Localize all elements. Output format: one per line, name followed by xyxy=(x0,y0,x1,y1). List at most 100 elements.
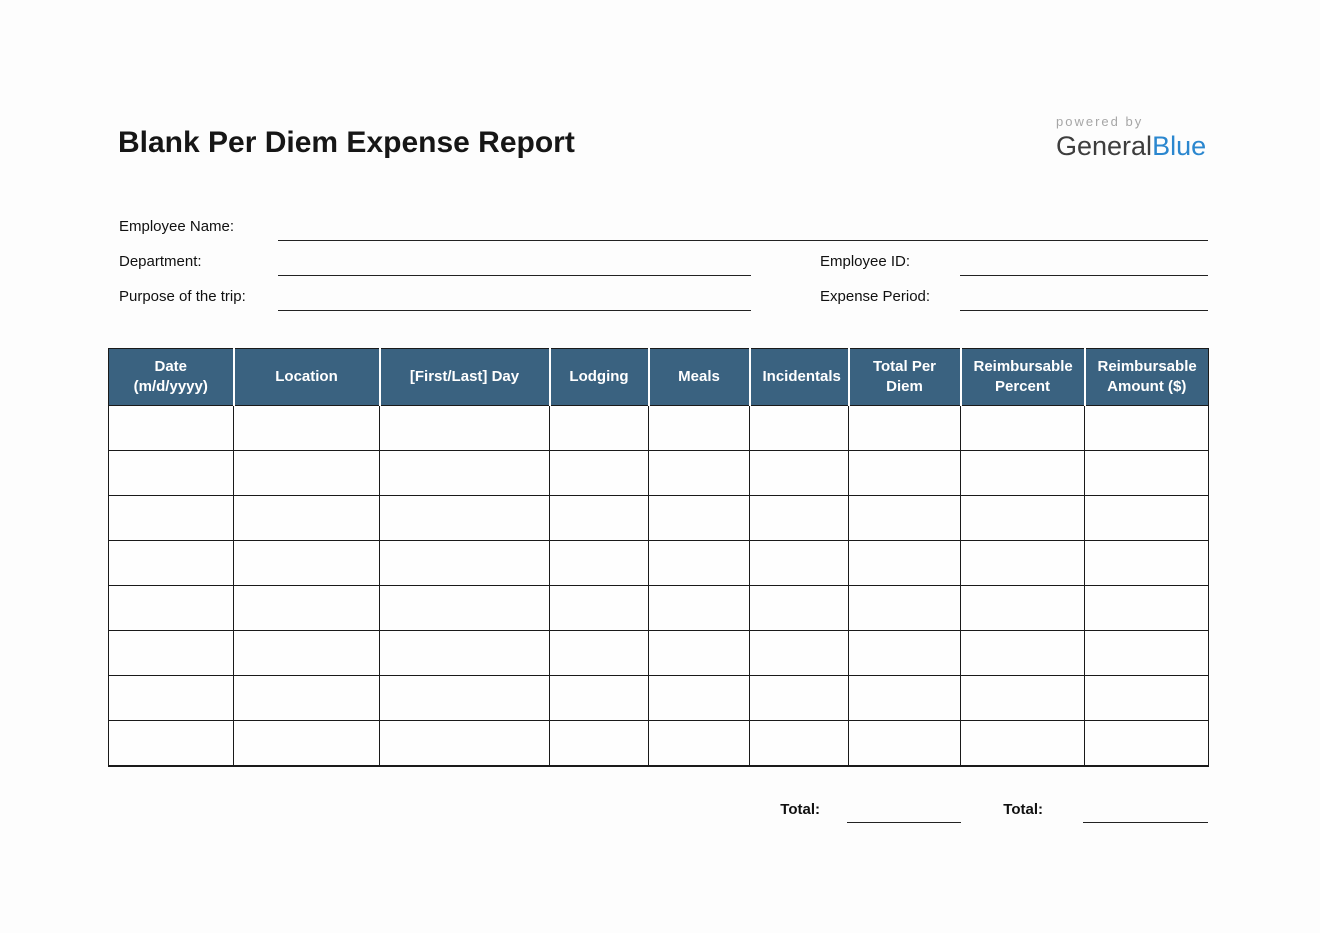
table-cell[interactable] xyxy=(550,496,649,541)
table-row xyxy=(109,496,1209,541)
table-cell[interactable] xyxy=(550,541,649,586)
table-cell[interactable] xyxy=(1085,406,1209,451)
table-cell[interactable] xyxy=(649,451,750,496)
table-cell[interactable] xyxy=(961,451,1085,496)
table-cell[interactable] xyxy=(550,721,649,766)
expense-period-input-line[interactable] xyxy=(960,310,1208,311)
table-cell[interactable] xyxy=(849,721,961,766)
column-header-5: Meals xyxy=(649,349,750,406)
table-cell[interactable] xyxy=(380,721,550,766)
table-cell[interactable] xyxy=(380,406,550,451)
table-cell[interactable] xyxy=(1085,676,1209,721)
page-title: Blank Per Diem Expense Report xyxy=(118,126,575,160)
table-cell[interactable] xyxy=(234,541,380,586)
table-cell[interactable] xyxy=(649,406,750,451)
table-cell[interactable] xyxy=(649,586,750,631)
table-cell[interactable] xyxy=(1085,721,1209,766)
department-input-line[interactable] xyxy=(278,275,751,276)
table-cell[interactable] xyxy=(1085,586,1209,631)
table-cell[interactable] xyxy=(1085,631,1209,676)
table-cell[interactable] xyxy=(109,721,234,766)
table-cell[interactable] xyxy=(961,496,1085,541)
table-cell[interactable] xyxy=(961,541,1085,586)
expense-table: Date (m/d/yyyy)Location[First/Last] DayL… xyxy=(108,348,1209,767)
table-cell[interactable] xyxy=(109,496,234,541)
per-diem-total-input-line[interactable] xyxy=(847,822,961,823)
table-cell[interactable] xyxy=(234,631,380,676)
table-row xyxy=(109,676,1209,721)
table-cell[interactable] xyxy=(109,676,234,721)
table-cell[interactable] xyxy=(380,586,550,631)
header-row: Date (m/d/yyyy)Location[First/Last] DayL… xyxy=(109,349,1209,406)
table-cell[interactable] xyxy=(849,586,961,631)
table-cell[interactable] xyxy=(234,586,380,631)
table-cell[interactable] xyxy=(234,451,380,496)
table-cell[interactable] xyxy=(550,586,649,631)
table-cell[interactable] xyxy=(649,496,750,541)
per-diem-total-label: Total: xyxy=(740,801,820,818)
table-cell[interactable] xyxy=(849,541,961,586)
employee-id-input-line[interactable] xyxy=(960,275,1208,276)
table-row xyxy=(109,541,1209,586)
reimbursable-total-input-line[interactable] xyxy=(1083,822,1208,823)
table-cell[interactable] xyxy=(234,676,380,721)
table-cell[interactable] xyxy=(849,451,961,496)
table-cell[interactable] xyxy=(649,541,750,586)
table-cell[interactable] xyxy=(849,676,961,721)
department-label: Department: xyxy=(119,253,202,270)
table-cell[interactable] xyxy=(109,586,234,631)
expense-table-body xyxy=(109,406,1209,766)
table-cell[interactable] xyxy=(380,676,550,721)
table-cell[interactable] xyxy=(849,406,961,451)
table-cell[interactable] xyxy=(380,631,550,676)
table-row xyxy=(109,406,1209,451)
reimbursable-total-label: Total: xyxy=(963,801,1043,818)
table-cell[interactable] xyxy=(750,586,849,631)
table-cell[interactable] xyxy=(649,676,750,721)
table-cell[interactable] xyxy=(961,676,1085,721)
table-cell[interactable] xyxy=(750,541,849,586)
table-cell[interactable] xyxy=(109,451,234,496)
table-cell[interactable] xyxy=(234,406,380,451)
table-cell[interactable] xyxy=(1085,541,1209,586)
expense-table-header: Date (m/d/yyyy)Location[First/Last] DayL… xyxy=(109,349,1209,406)
table-cell[interactable] xyxy=(961,586,1085,631)
table-cell[interactable] xyxy=(550,406,649,451)
table-cell[interactable] xyxy=(961,721,1085,766)
table-cell[interactable] xyxy=(649,721,750,766)
table-cell[interactable] xyxy=(961,406,1085,451)
table-cell[interactable] xyxy=(109,631,234,676)
table-cell[interactable] xyxy=(1085,451,1209,496)
table-cell[interactable] xyxy=(109,541,234,586)
table-cell[interactable] xyxy=(234,721,380,766)
table-cell[interactable] xyxy=(234,496,380,541)
expense-period-label: Expense Period: xyxy=(820,288,930,305)
purpose-of-trip-input-line[interactable] xyxy=(278,310,751,311)
table-cell[interactable] xyxy=(961,631,1085,676)
table-cell[interactable] xyxy=(849,496,961,541)
table-row xyxy=(109,631,1209,676)
table-cell[interactable] xyxy=(550,631,649,676)
brand-general-text: General xyxy=(1056,131,1152,161)
table-cell[interactable] xyxy=(750,676,849,721)
table-cell[interactable] xyxy=(380,451,550,496)
table-cell[interactable] xyxy=(750,451,849,496)
table-cell[interactable] xyxy=(550,451,649,496)
table-cell[interactable] xyxy=(849,631,961,676)
employee-name-input-line[interactable] xyxy=(278,240,1208,241)
column-header-7: Total Per Diem xyxy=(849,349,961,406)
table-cell[interactable] xyxy=(380,541,550,586)
table-cell[interactable] xyxy=(750,406,849,451)
generalblue-logo: powered by GeneralBlue xyxy=(1056,114,1216,162)
table-row xyxy=(109,721,1209,766)
table-cell[interactable] xyxy=(750,496,849,541)
table-cell[interactable] xyxy=(1085,496,1209,541)
table-cell[interactable] xyxy=(380,496,550,541)
table-cell[interactable] xyxy=(550,676,649,721)
table-cell[interactable] xyxy=(649,631,750,676)
column-header-2: Location xyxy=(234,349,380,406)
table-cell[interactable] xyxy=(750,721,849,766)
table-cell[interactable] xyxy=(750,631,849,676)
table-cell[interactable] xyxy=(109,406,234,451)
column-header-8: Reimbursable Percent xyxy=(961,349,1085,406)
